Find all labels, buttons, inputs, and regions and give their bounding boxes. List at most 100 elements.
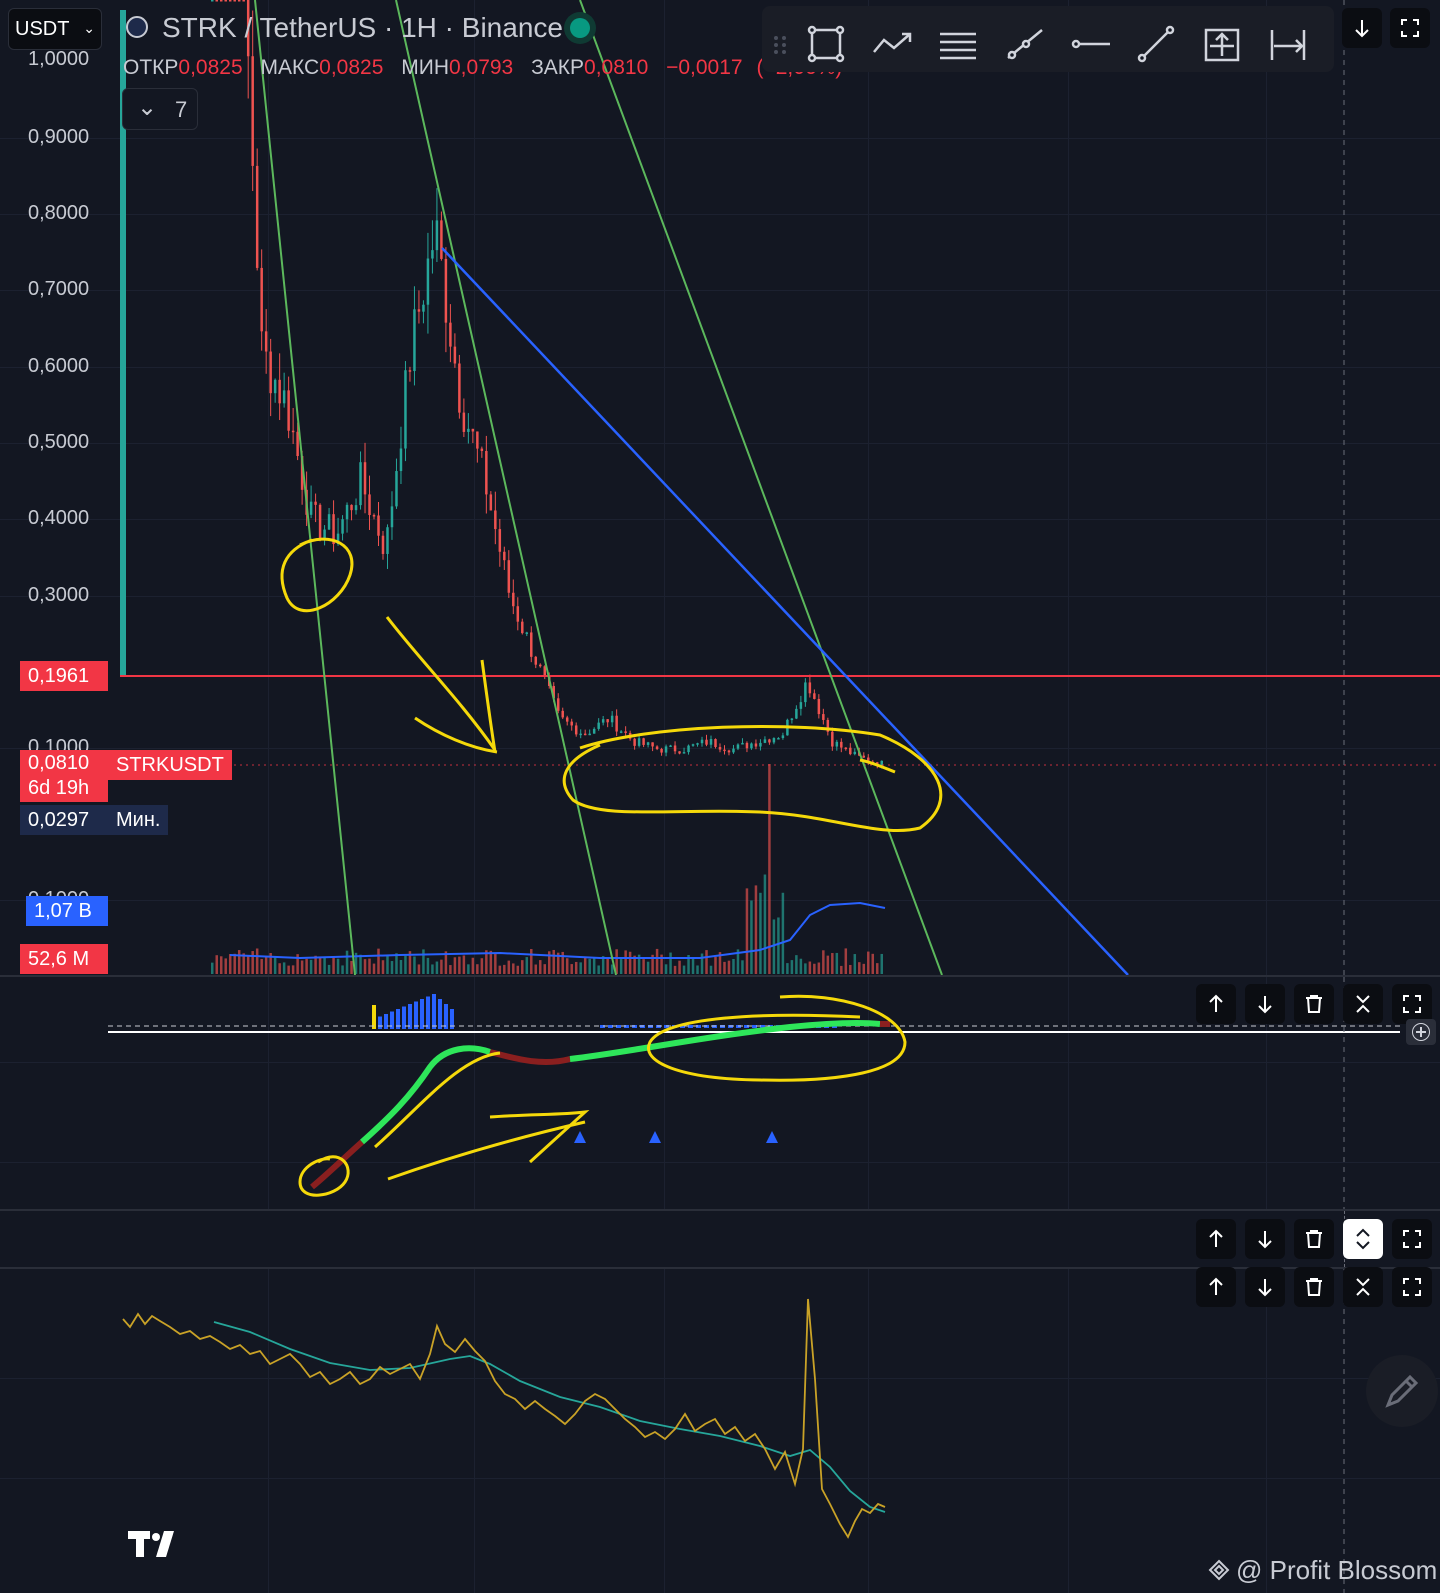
oscillator-line-red <box>310 1139 364 1190</box>
candle-body <box>426 258 430 305</box>
volume-bar <box>507 960 511 974</box>
volume-bar <box>530 949 533 974</box>
candle-body <box>354 505 358 511</box>
move-down-button[interactable] <box>1245 984 1285 1024</box>
move-down-button[interactable] <box>1245 1267 1285 1307</box>
candle-body <box>381 535 385 554</box>
volume-bar <box>237 950 241 974</box>
candle-body <box>570 721 573 726</box>
trash-icon <box>1306 995 1322 1013</box>
move-down-button[interactable] <box>1342 8 1382 48</box>
candle-body <box>282 390 286 404</box>
candle-body <box>687 745 690 753</box>
delete-button[interactable] <box>1294 1219 1334 1259</box>
trend-line-icon[interactable] <box>1132 20 1180 68</box>
annotation-curve <box>374 1051 590 1181</box>
move-down-button[interactable] <box>1245 1219 1285 1259</box>
candle-body <box>368 494 371 516</box>
candle-body <box>215 0 218 2</box>
annotation-ellipse <box>562 724 943 832</box>
volume-bar <box>745 888 749 974</box>
symbol-select[interactable]: USDT ⌄ <box>8 8 102 50</box>
rectangle-icon[interactable] <box>802 20 850 68</box>
indicator-pane-1[interactable] <box>0 977 1440 1209</box>
volume-bar <box>228 954 232 974</box>
delete-button[interactable] <box>1294 984 1334 1024</box>
volume-bar <box>431 964 434 974</box>
move-up-button[interactable] <box>1196 1219 1236 1259</box>
horizontal-ray-icon[interactable] <box>1066 20 1114 68</box>
candle-body <box>395 471 398 507</box>
candle-body <box>691 744 695 746</box>
candle-body <box>588 733 591 736</box>
maximize-button[interactable] <box>1392 1219 1432 1259</box>
ray-icon[interactable] <box>1000 20 1048 68</box>
indicator-pane-3[interactable]: @ Profit Blossom <box>0 1267 1440 1593</box>
volume-bar <box>534 964 538 974</box>
close-value: 0,0810 <box>584 56 649 79</box>
candle-body <box>651 742 654 747</box>
volume-bar <box>260 958 263 974</box>
volume-bar <box>628 951 632 974</box>
ohlc-row: ОТКР0,0825 МАКС0,0825 МИН0,0793 ЗАКР0,08… <box>123 56 842 80</box>
maximize-button[interactable] <box>1392 984 1432 1024</box>
candle-body <box>341 519 344 534</box>
drag-handle-icon[interactable] <box>766 20 794 68</box>
volume-bar <box>826 955 830 974</box>
candle-body <box>327 514 331 530</box>
candle-body <box>745 742 749 749</box>
volume-bar <box>570 964 573 974</box>
collapse-button[interactable] <box>1343 1267 1383 1307</box>
collapsed-indicator-pane[interactable] <box>0 1211 1440 1267</box>
delete-button[interactable] <box>1294 1267 1334 1307</box>
add-level-button[interactable] <box>1406 1019 1436 1045</box>
low-label: МИН <box>401 56 449 79</box>
volume-bar <box>682 965 686 974</box>
price-range-icon[interactable] <box>1198 20 1246 68</box>
volume-bar <box>574 961 578 974</box>
expand-button[interactable] <box>1343 1219 1383 1259</box>
maximize-button[interactable] <box>1390 8 1430 48</box>
arrow-up-icon <box>1209 994 1223 1012</box>
move-up-button[interactable] <box>1196 984 1236 1024</box>
min-label-badge: Мин. <box>108 805 169 835</box>
arrow-down-icon <box>1258 996 1272 1014</box>
collapse-button[interactable] <box>1343 984 1383 1024</box>
volume-bar <box>763 874 767 974</box>
volume-bar <box>381 960 385 974</box>
candle-body <box>503 551 506 561</box>
price-chart-canvas[interactable] <box>0 0 1440 975</box>
parallel-lines-icon[interactable] <box>934 20 982 68</box>
candle-body <box>597 722 600 729</box>
move-up-button[interactable] <box>1196 1267 1236 1307</box>
candle-body <box>759 742 762 747</box>
volume-bar <box>804 963 807 974</box>
candle-body <box>372 515 376 517</box>
volume-bar <box>503 964 506 974</box>
main-chart-pane[interactable]: 1,0000 0,9000 0,8000 0,7000 0,6000 0,500… <box>0 0 1440 975</box>
maximize-button[interactable] <box>1392 1267 1432 1307</box>
drawing-mode-button[interactable] <box>1366 1355 1438 1427</box>
histogram-bar <box>378 1016 382 1029</box>
path-icon[interactable] <box>868 20 916 68</box>
volume-bar <box>251 951 254 974</box>
candle-body <box>696 743 699 745</box>
open-label: ОТКР <box>123 56 179 79</box>
volume-bar <box>867 951 870 974</box>
histogram-bar <box>372 1005 376 1029</box>
candle-body <box>431 250 434 259</box>
indicators-toggle[interactable]: ⌄ 7 <box>122 88 198 130</box>
candle-body <box>345 504 349 520</box>
candle-body <box>799 702 803 709</box>
volume-bar <box>390 961 394 974</box>
date-range-icon[interactable] <box>1264 20 1312 68</box>
candle-body <box>615 715 618 732</box>
volume-bar <box>795 955 798 974</box>
volume-bar <box>642 959 645 974</box>
volume-bar <box>876 963 879 974</box>
oscillator-canvas[interactable] <box>0 1269 1440 1593</box>
binance-logo-icon <box>1208 1559 1230 1581</box>
tradingview-logo <box>128 1531 184 1559</box>
drawing-toolbar <box>762 6 1334 72</box>
volume-bar <box>309 959 313 974</box>
